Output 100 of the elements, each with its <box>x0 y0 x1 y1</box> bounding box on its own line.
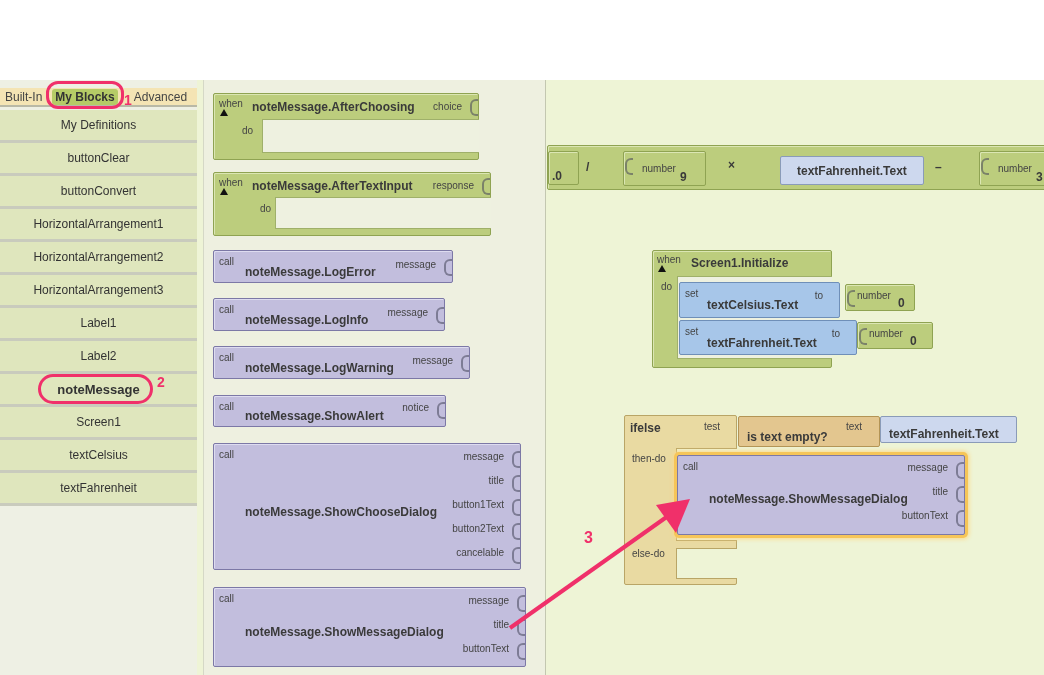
block-value: 0 <box>910 335 917 347</box>
socket-label: notice <box>402 403 429 413</box>
socket-label: buttonText <box>901 511 948 521</box>
socket-notch <box>517 595 525 612</box>
block-keyword: when <box>219 178 243 188</box>
socket-notch <box>956 462 964 479</box>
socket-label: title <box>493 620 509 630</box>
socket-notch <box>470 99 478 116</box>
palette-tab[interactable]: Built-In <box>2 88 46 105</box>
socket-label: message <box>468 596 509 606</box>
palette-item[interactable]: HorizontalArrangement3 <box>0 275 197 308</box>
socket-notch <box>482 178 490 195</box>
block-name: noteMessage.LogWarning <box>245 362 394 374</box>
block-value: 3 <box>1036 171 1043 183</box>
palette-item[interactable]: textCelsius <box>0 440 197 473</box>
block-name: textFahrenheit.Text <box>797 165 907 177</box>
block-name: noteMessage.LogError <box>245 266 376 278</box>
block-name: noteMessage.ShowAlert <box>245 410 384 422</box>
socket-notch <box>517 619 525 636</box>
block-keyword: do <box>260 204 272 214</box>
palette-item[interactable]: HorizontalArrangement2 <box>0 242 197 275</box>
palette-item[interactable]: Label2 <box>0 341 197 374</box>
palette-item[interactable]: HorizontalArrangement1 <box>0 209 197 242</box>
collapse-icon[interactable] <box>220 109 228 116</box>
socket-label: text <box>846 422 863 432</box>
socket-notch <box>956 510 964 527</box>
palette-item[interactable]: noteMessage 2 <box>0 374 197 407</box>
block-keyword: set <box>685 289 699 299</box>
block-keyword: when <box>219 99 243 109</box>
block-name: noteMessage.AfterTextInput <box>252 180 413 192</box>
block-keyword: call <box>219 353 234 363</box>
block-keyword: call <box>219 305 234 315</box>
collapse-icon[interactable] <box>658 265 666 272</box>
socket-notch <box>512 523 520 540</box>
block-keyword: then-do <box>632 454 666 464</box>
block-keyword: call <box>219 257 234 267</box>
block-name: textFahrenheit.Text <box>707 337 817 349</box>
socket-label: message <box>907 463 948 473</box>
palette-item[interactable]: Screen1 <box>0 407 197 440</box>
collapse-icon[interactable] <box>220 188 228 195</box>
block-keyword: number <box>998 164 1032 174</box>
block-name: noteMessage.ShowChooseDialog <box>245 506 438 518</box>
socket-notch <box>444 259 452 276</box>
socket-label: title <box>932 487 948 497</box>
block-keyword: call <box>219 450 234 460</box>
block-name: noteMessage.AfterChoosing <box>252 101 415 113</box>
palette-item[interactable]: textFahrenheit <box>0 473 197 506</box>
socket-notch <box>981 158 989 175</box>
socket-notch <box>437 402 445 419</box>
socket-notch <box>625 158 633 175</box>
socket-notch <box>512 451 520 468</box>
palette-item[interactable]: My Definitions <box>0 110 197 143</box>
block-keyword: call <box>219 402 234 412</box>
socket-label: choice <box>433 102 462 112</box>
palette-tab[interactable]: My Blocks <box>52 88 118 105</box>
socket-label: button2Text <box>452 524 504 534</box>
block-keyword: to <box>831 329 840 339</box>
block-name: noteMessage.LogInfo <box>245 314 369 326</box>
socket-notch <box>956 486 964 503</box>
socket-label: cancelable <box>456 548 504 558</box>
block-keyword: do <box>242 126 254 136</box>
step-number: 1 <box>123 92 132 107</box>
block-keyword: test <box>704 422 721 432</box>
block-keyword: else-do <box>632 549 665 559</box>
socket-label: title <box>488 476 504 486</box>
socket-notch <box>461 355 469 372</box>
block-keyword: do <box>661 282 673 292</box>
block-value: .0 <box>552 170 562 182</box>
block-name: textCelsius.Text <box>707 299 799 311</box>
block-keyword: call <box>683 462 698 472</box>
socket-notch <box>847 290 855 307</box>
block-name: is text empty? <box>747 431 828 443</box>
socket-notch <box>512 499 520 516</box>
socket-label: message <box>463 452 504 462</box>
palette-item[interactable]: buttonConvert <box>0 176 197 209</box>
socket-notch <box>512 475 520 492</box>
block-name: noteMessage.ShowMessageDialog <box>709 493 908 505</box>
operator-label: × <box>728 159 735 171</box>
operator-label: – <box>935 161 942 173</box>
block-value: 0 <box>898 297 905 309</box>
palette-item[interactable]: buttonClear <box>0 143 197 176</box>
step-number: 3 <box>584 530 593 546</box>
socket-label: buttonText <box>462 644 509 654</box>
socket-label: message <box>412 356 453 366</box>
socket-notch <box>517 643 525 660</box>
block-keyword: when <box>657 255 681 265</box>
block-name: Screen1.Initialize <box>691 257 789 269</box>
socket-notch <box>512 547 520 564</box>
palette-item[interactable]: Label1 <box>0 308 197 341</box>
block-name: ifelse <box>630 422 661 434</box>
socket-label: button1Text <box>452 500 504 510</box>
block-keyword: to <box>814 291 823 301</box>
block-name: noteMessage.ShowMessageDialog <box>245 626 444 638</box>
block-keyword: number <box>642 164 676 174</box>
block-value: 9 <box>680 171 687 183</box>
block-name: textFahrenheit.Text <box>889 428 999 440</box>
socket-notch <box>436 307 444 324</box>
block-keyword: set <box>685 327 699 337</box>
step-number: 2 <box>157 375 165 389</box>
socket-notch <box>859 328 867 345</box>
